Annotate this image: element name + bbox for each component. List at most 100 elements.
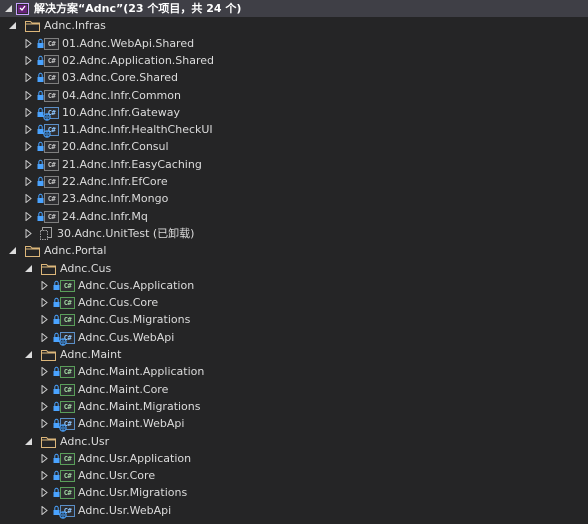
lock-icon (53, 468, 60, 483)
csharp-project-icon: C# (44, 88, 59, 103)
project-row-maint-mig[interactable]: C# Adnc.Maint.Migrations (0, 398, 588, 415)
csharp-project-icon: C# (44, 157, 59, 172)
collapse-icon[interactable] (24, 350, 33, 359)
web-project-icon: C# (59, 330, 75, 346)
lock-icon (37, 191, 44, 206)
project-label: Adnc.Usr.WebApi (78, 504, 172, 517)
folder-icon (25, 18, 40, 33)
project-row-cus-app[interactable]: C# Adnc.Cus.Application (0, 277, 588, 294)
project-row-usr-mig[interactable]: C# Adnc.Usr.Migrations (0, 484, 588, 501)
project-row-cus-mig[interactable]: C# Adnc.Cus.Migrations (0, 311, 588, 328)
expand-icon[interactable] (40, 402, 49, 411)
lock-icon (37, 88, 44, 103)
lock-icon (53, 399, 60, 414)
solution-folder-row-maint[interactable]: Adnc.Maint (0, 346, 588, 363)
expand-icon[interactable] (24, 160, 33, 169)
expand-icon[interactable] (40, 506, 49, 515)
lock-icon (53, 485, 60, 500)
project-row-p23[interactable]: C# 23.Adnc.Infr.Mongo (0, 190, 588, 207)
expand-icon[interactable] (40, 367, 49, 376)
lock-icon (53, 364, 60, 379)
project-row-p22[interactable]: C# 22.Adnc.Infr.EfCore (0, 173, 588, 190)
project-label: Adnc.Usr.Core (78, 469, 156, 482)
lock-icon (37, 36, 44, 51)
project-label: 11.Adnc.Infr.HealthCheckUI (62, 123, 213, 136)
folder-label: Adnc.Cus (60, 262, 112, 275)
collapse-icon[interactable] (24, 264, 33, 273)
expand-icon[interactable] (40, 385, 49, 394)
project-row-p20[interactable]: C# 20.Adnc.Infr.Consul (0, 138, 588, 155)
lock-icon (53, 278, 60, 293)
web-project-icon: C# (59, 416, 75, 432)
project-label: 10.Adnc.Infr.Gateway (62, 106, 181, 119)
lock-icon (37, 139, 44, 154)
unloaded-project-icon (40, 226, 53, 241)
solution-title: 解决方案“Adnc”(23 个项目，共 24 个) (34, 2, 242, 15)
expand-icon[interactable] (40, 471, 49, 480)
expand-icon[interactable] (24, 39, 33, 48)
collapse-icon[interactable] (8, 246, 17, 255)
csharp-project-icon: C# (60, 382, 75, 397)
project-row-p11[interactable]: C# 11.Adnc.Infr.HealthCheckUI (0, 121, 588, 138)
expand-icon[interactable] (40, 298, 49, 307)
expand-icon[interactable] (24, 177, 33, 186)
project-row-p24[interactable]: C# 24.Adnc.Infr.Mq (0, 208, 588, 225)
project-row-p10[interactable]: C# 10.Adnc.Infr.Gateway (0, 104, 588, 121)
project-row-p01[interactable]: C# 01.Adnc.WebApi.Shared (0, 35, 588, 52)
expand-icon[interactable] (40, 315, 49, 324)
project-row-usr-core[interactable]: C# Adnc.Usr.Core (0, 467, 588, 484)
solution-folder-row-portal[interactable]: Adnc.Portal (0, 242, 588, 259)
expand-icon[interactable] (24, 194, 33, 203)
folder-icon (41, 347, 56, 362)
solution-folder-row-cus[interactable]: Adnc.Cus (0, 260, 588, 277)
project-row-cus-core[interactable]: C# Adnc.Cus.Core (0, 294, 588, 311)
expand-icon[interactable] (24, 73, 33, 82)
project-row-cus-web[interactable]: C# Adnc.Cus.WebApi (0, 329, 588, 346)
project-label: Adnc.Maint.Core (78, 383, 169, 396)
project-row-p21[interactable]: C# 21.Adnc.Infr.EasyCaching (0, 156, 588, 173)
project-row-usr-app[interactable]: C# Adnc.Usr.Application (0, 450, 588, 467)
expand-icon[interactable] (24, 125, 33, 134)
solution-root-row[interactable]: 解决方案“Adnc”(23 个项目，共 24 个) (0, 0, 588, 17)
lock-icon (53, 312, 60, 327)
expand-icon[interactable] (40, 488, 49, 497)
folder-label: Adnc.Usr (60, 435, 110, 448)
project-row-maint-web[interactable]: C# Adnc.Maint.WebApi (0, 415, 588, 432)
solution-folder-row-infras[interactable]: Adnc.Infras (0, 17, 588, 34)
project-row-maint-core[interactable]: C# Adnc.Maint.Core (0, 381, 588, 398)
project-row-p03[interactable]: C# 03.Adnc.Core.Shared (0, 69, 588, 86)
csharp-project-icon: C# (60, 485, 75, 500)
expand-icon[interactable] (24, 108, 33, 117)
lock-icon (53, 295, 60, 310)
project-label: 02.Adnc.Application.Shared (62, 54, 215, 67)
expand-icon[interactable] (24, 142, 33, 151)
project-row-p04[interactable]: C# 04.Adnc.Infr.Common (0, 87, 588, 104)
csharp-project-icon: C# (44, 36, 59, 51)
lock-icon (37, 209, 44, 224)
expand-icon[interactable] (24, 212, 33, 221)
csharp-project-icon: C# (44, 139, 59, 154)
csharp-project-icon: C# (44, 209, 59, 224)
project-row-p30[interactable]: 30.Adnc.UnitTest (已卸载) (0, 225, 588, 242)
solution-folder-row-usr[interactable]: Adnc.Usr (0, 433, 588, 450)
collapse-icon[interactable] (24, 437, 33, 446)
expand-icon[interactable] (40, 281, 49, 290)
expand-icon[interactable] (40, 454, 49, 463)
expand-icon[interactable] (40, 333, 49, 342)
lock-icon (37, 157, 44, 172)
project-row-maint-app[interactable]: C# Adnc.Maint.Application (0, 363, 588, 380)
project-label: 30.Adnc.UnitTest (已卸载) (57, 227, 195, 240)
collapse-icon[interactable] (8, 21, 17, 30)
expand-icon[interactable] (24, 91, 33, 100)
collapse-icon[interactable] (4, 4, 13, 13)
csharp-project-icon: C# (44, 53, 59, 68)
web-project-icon: C# (43, 122, 59, 138)
expand-icon[interactable] (24, 56, 33, 65)
folder-label: Adnc.Portal (44, 244, 107, 257)
expand-icon[interactable] (40, 419, 49, 428)
project-row-p02[interactable]: C# 02.Adnc.Application.Shared (0, 52, 588, 69)
folder-icon (41, 434, 56, 449)
project-row-usr-web[interactable]: C# Adnc.Usr.WebApi (0, 502, 588, 519)
csharp-project-icon: C# (60, 399, 75, 414)
expand-icon[interactable] (24, 229, 33, 238)
